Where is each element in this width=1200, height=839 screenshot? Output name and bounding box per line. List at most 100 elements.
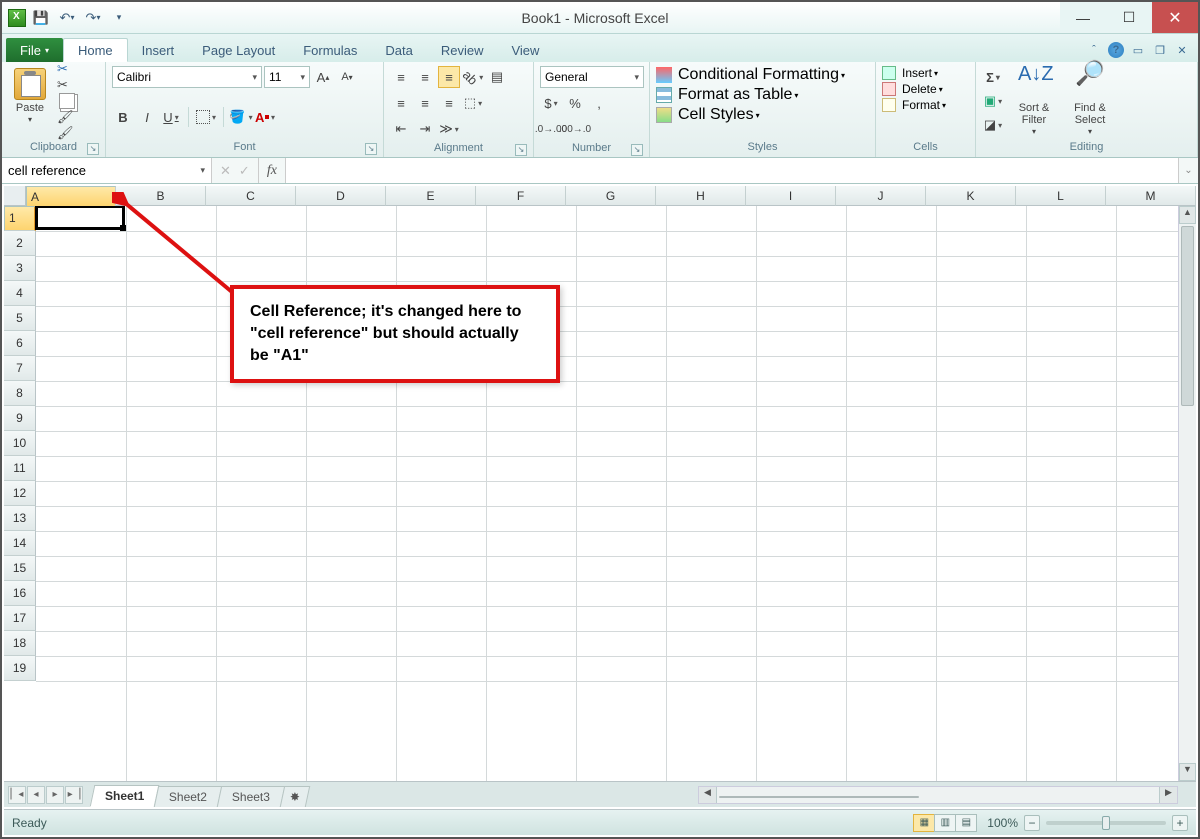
window-close-icon[interactable]: ✕	[1174, 42, 1190, 58]
decrease-decimal-button[interactable]: .00→.0	[564, 118, 586, 140]
column-header-D[interactable]: D	[296, 186, 386, 206]
help-icon[interactable]: ?	[1108, 42, 1124, 58]
delete-cells-button[interactable]: Delete ▾	[882, 82, 943, 96]
clipboard-launcher[interactable]: ↘	[87, 143, 99, 155]
format-painter-button[interactable]: 🖌	[56, 114, 78, 136]
normal-view-button[interactable]: ▦	[913, 814, 935, 832]
cut-button[interactable]: ✂	[56, 66, 78, 88]
borders-button[interactable]	[195, 106, 217, 128]
row-header-6[interactable]: 6	[4, 331, 36, 356]
save-button[interactable]: 💾	[30, 7, 52, 29]
grow-font-button[interactable]: A▴	[312, 66, 334, 88]
alignment-launcher[interactable]: ↘	[515, 144, 527, 156]
cell-styles-button[interactable]: Cell Styles ▾	[656, 106, 760, 124]
row-header-13[interactable]: 13	[4, 506, 36, 531]
scroll-down-button[interactable]: ▼	[1179, 763, 1196, 781]
decrease-indent-button[interactable]: ⇤	[390, 118, 412, 140]
conditional-formatting-button[interactable]: Conditional Formatting ▾	[656, 66, 845, 84]
fill-button[interactable]: ▣	[982, 90, 1004, 112]
column-header-E[interactable]: E	[386, 186, 476, 206]
increase-indent-button[interactable]: ⇥	[414, 118, 436, 140]
row-header-8[interactable]: 8	[4, 381, 36, 406]
column-header-K[interactable]: K	[926, 186, 1016, 206]
undo-button[interactable]: ↶▾	[56, 7, 78, 29]
tab-page-layout[interactable]: Page Layout	[188, 38, 289, 62]
column-header-A[interactable]: A	[26, 186, 116, 208]
minimize-ribbon-button[interactable]: ˆ	[1086, 42, 1102, 58]
column-header-J[interactable]: J	[836, 186, 926, 206]
align-middle-button[interactable]: ≡	[414, 66, 436, 88]
fx-button[interactable]: fx	[259, 158, 286, 183]
tab-review[interactable]: Review	[427, 38, 498, 62]
row-header-10[interactable]: 10	[4, 431, 36, 456]
shrink-font-button[interactable]: A▾	[336, 66, 358, 88]
window-min-icon[interactable]: ▭	[1130, 42, 1146, 58]
fill-color-button[interactable]: 🪣	[230, 106, 252, 128]
page-layout-view-button[interactable]: ▥	[934, 814, 956, 832]
vertical-scrollbar[interactable]: ▲ ▼	[1178, 206, 1196, 781]
maximize-button[interactable]: ☐	[1106, 2, 1152, 33]
column-header-H[interactable]: H	[656, 186, 746, 206]
align-bottom-button[interactable]: ≡	[438, 66, 460, 88]
italic-button[interactable]: I	[136, 106, 158, 128]
zoom-knob[interactable]	[1102, 816, 1110, 830]
currency-button[interactable]: $	[540, 92, 562, 114]
redo-button[interactable]: ↷▾	[82, 7, 104, 29]
number-format-select[interactable]: General▾	[540, 66, 644, 88]
zoom-in-button[interactable]: +	[1172, 815, 1188, 831]
row-header-15[interactable]: 15	[4, 556, 36, 581]
fill-handle[interactable]	[120, 225, 126, 231]
close-button[interactable]: ✕	[1152, 2, 1198, 33]
cell-area[interactable]	[36, 206, 1178, 781]
underline-button[interactable]: U	[160, 106, 182, 128]
font-size-select[interactable]: 11▾	[264, 66, 310, 88]
row-header-18[interactable]: 18	[4, 631, 36, 656]
column-header-G[interactable]: G	[566, 186, 656, 206]
column-header-I[interactable]: I	[746, 186, 836, 206]
tab-insert[interactable]: Insert	[128, 38, 189, 62]
minimize-button[interactable]: —	[1060, 2, 1106, 33]
font-name-select[interactable]: Calibri▾	[112, 66, 262, 88]
sheet-nav-next[interactable]: ▸	[46, 786, 64, 804]
new-sheet-button[interactable]: ✸	[280, 786, 310, 807]
name-box-dropdown[interactable]: ▾	[200, 165, 205, 176]
row-header-12[interactable]: 12	[4, 481, 36, 506]
align-top-button[interactable]: ≡	[390, 66, 412, 88]
tab-view[interactable]: View	[497, 38, 553, 62]
column-header-F[interactable]: F	[476, 186, 566, 206]
align-left-button[interactable]: ≡	[390, 92, 412, 114]
name-box-input[interactable]	[2, 163, 211, 178]
clear-button[interactable]: ◪	[982, 114, 1004, 136]
format-as-table-button[interactable]: Format as Table ▾	[656, 86, 798, 104]
sheet-nav-first[interactable]: ▏◂	[8, 786, 26, 804]
comma-button[interactable]: ,	[588, 92, 610, 114]
sheet-tab-1[interactable]: Sheet1	[90, 785, 160, 807]
zoom-slider[interactable]	[1046, 821, 1166, 825]
formula-input[interactable]	[286, 158, 1178, 183]
hscroll-thumb[interactable]	[719, 796, 919, 798]
sheet-nav-prev[interactable]: ◂	[27, 786, 45, 804]
qat-customize-button[interactable]: ▾	[108, 7, 130, 29]
page-break-view-button[interactable]: ▤	[955, 814, 977, 832]
row-header-16[interactable]: 16	[4, 581, 36, 606]
horizontal-scrollbar[interactable]: ◀ ▶	[698, 786, 1178, 804]
column-header-M[interactable]: M	[1106, 186, 1196, 206]
tab-file[interactable]: File▾	[6, 38, 63, 62]
orientation2-button[interactable]: ≫	[438, 118, 460, 140]
tab-home[interactable]: Home	[63, 38, 128, 62]
row-header-3[interactable]: 3	[4, 256, 36, 281]
column-header-B[interactable]: B	[116, 186, 206, 206]
name-box[interactable]: ▾	[2, 158, 212, 183]
row-header-14[interactable]: 14	[4, 531, 36, 556]
paste-button[interactable]: Paste▾	[8, 66, 52, 126]
row-header-2[interactable]: 2	[4, 231, 36, 256]
sort-filter-button[interactable]: A↓Z Sort & Filter▾	[1008, 66, 1060, 138]
column-header-L[interactable]: L	[1016, 186, 1106, 206]
scroll-right-button[interactable]: ▶	[1159, 787, 1177, 803]
find-select-button[interactable]: 🔎 Find & Select▾	[1064, 66, 1116, 138]
percent-button[interactable]: %	[564, 92, 586, 114]
row-header-4[interactable]: 4	[4, 281, 36, 306]
format-cells-button[interactable]: Format ▾	[882, 98, 946, 112]
sheet-nav-last[interactable]: ▸▕	[65, 786, 83, 804]
row-header-7[interactable]: 7	[4, 356, 36, 381]
